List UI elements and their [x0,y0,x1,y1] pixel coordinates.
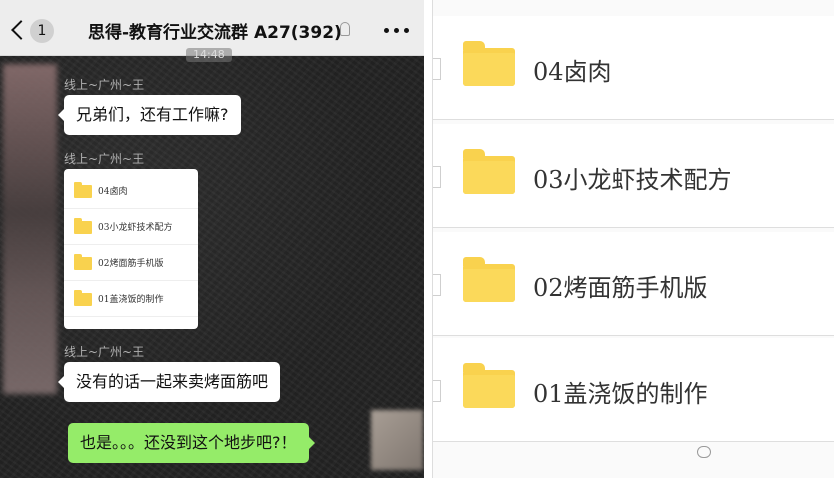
mute-icon [340,22,350,36]
folder-icon [74,254,92,270]
file-card-row[interactable]: 03小龙虾技术配方 [64,209,198,245]
folder-icon [74,182,92,198]
checkbox[interactable] [433,274,441,296]
file-card-label: 03小龙虾技术配方 [98,223,173,233]
folder-icon [463,257,515,302]
message-bubble[interactable]: 没有的话一起来卖烤面筋吧 [57,362,281,402]
file-card-message[interactable]: 04卤肉 03小龙虾技术配方 02烤面筋手机版 01盖浇饭的制作 [64,169,198,329]
folder-icon [463,363,515,408]
file-name: 04卤肉 [533,58,612,86]
file-row[interactable]: 02烤面筋手机版 [433,232,834,336]
file-row[interactable]: 04卤肉 [433,16,834,120]
file-name: 03小龙虾技术配方 [533,166,732,194]
file-card-row[interactable]: 02烤面筋手机版 [64,245,198,281]
file-card-label: 04卤肉 [98,187,128,197]
message-timestamp: 14:48 [186,48,232,62]
zoomed-file-list: 04卤肉 03小龙虾技术配方 02烤面筋手机版 01盖浇饭的制作 [432,0,834,478]
folder-icon [74,290,92,306]
my-message-bubble[interactable]: 也是。。。还没到这个地步吧?！ [68,423,314,463]
checkbox[interactable] [433,166,441,188]
sender-name: 线上~广州~王 [64,345,145,359]
file-name: 01盖浇饭的制作 [533,380,708,408]
back-button[interactable]: 1 [8,16,58,46]
chevron-left-icon [11,20,31,40]
sender-name: 线上~广州~王 [64,78,145,92]
chat-screenshot: 1 思得-教育行业交流群 A27(392) 14:48 线上~广州~王 兄弟们，… [0,0,424,478]
folder-icon [463,149,515,194]
image-divider [424,0,432,478]
file-name: 02烤面筋手机版 [533,274,708,302]
avatar[interactable] [371,410,423,470]
folder-icon [463,41,515,86]
checkbox[interactable] [433,58,441,80]
chat-title: 思得-教育行业交流群 A27(392) [88,23,342,43]
watermark-icon [697,446,711,458]
file-card-label: 01盖浇饭的制作 [98,295,164,305]
unread-count-badge: 1 [30,19,54,43]
file-row[interactable]: 01盖浇饭的制作 [433,338,834,442]
file-card-label: 02烤面筋手机版 [98,259,164,269]
file-card-row[interactable]: 04卤肉 [64,173,198,209]
avatar[interactable] [3,64,57,394]
folder-icon [74,218,92,234]
file-card-row[interactable]: 01盖浇饭的制作 [64,281,198,317]
checkbox[interactable] [433,380,441,402]
message-bubble[interactable]: 兄弟们，还有工作嘛? [58,95,241,135]
file-row[interactable]: 03小龙虾技术配方 [433,124,834,228]
sender-name: 线上~广州~王 [64,152,145,166]
more-button[interactable] [384,28,412,36]
